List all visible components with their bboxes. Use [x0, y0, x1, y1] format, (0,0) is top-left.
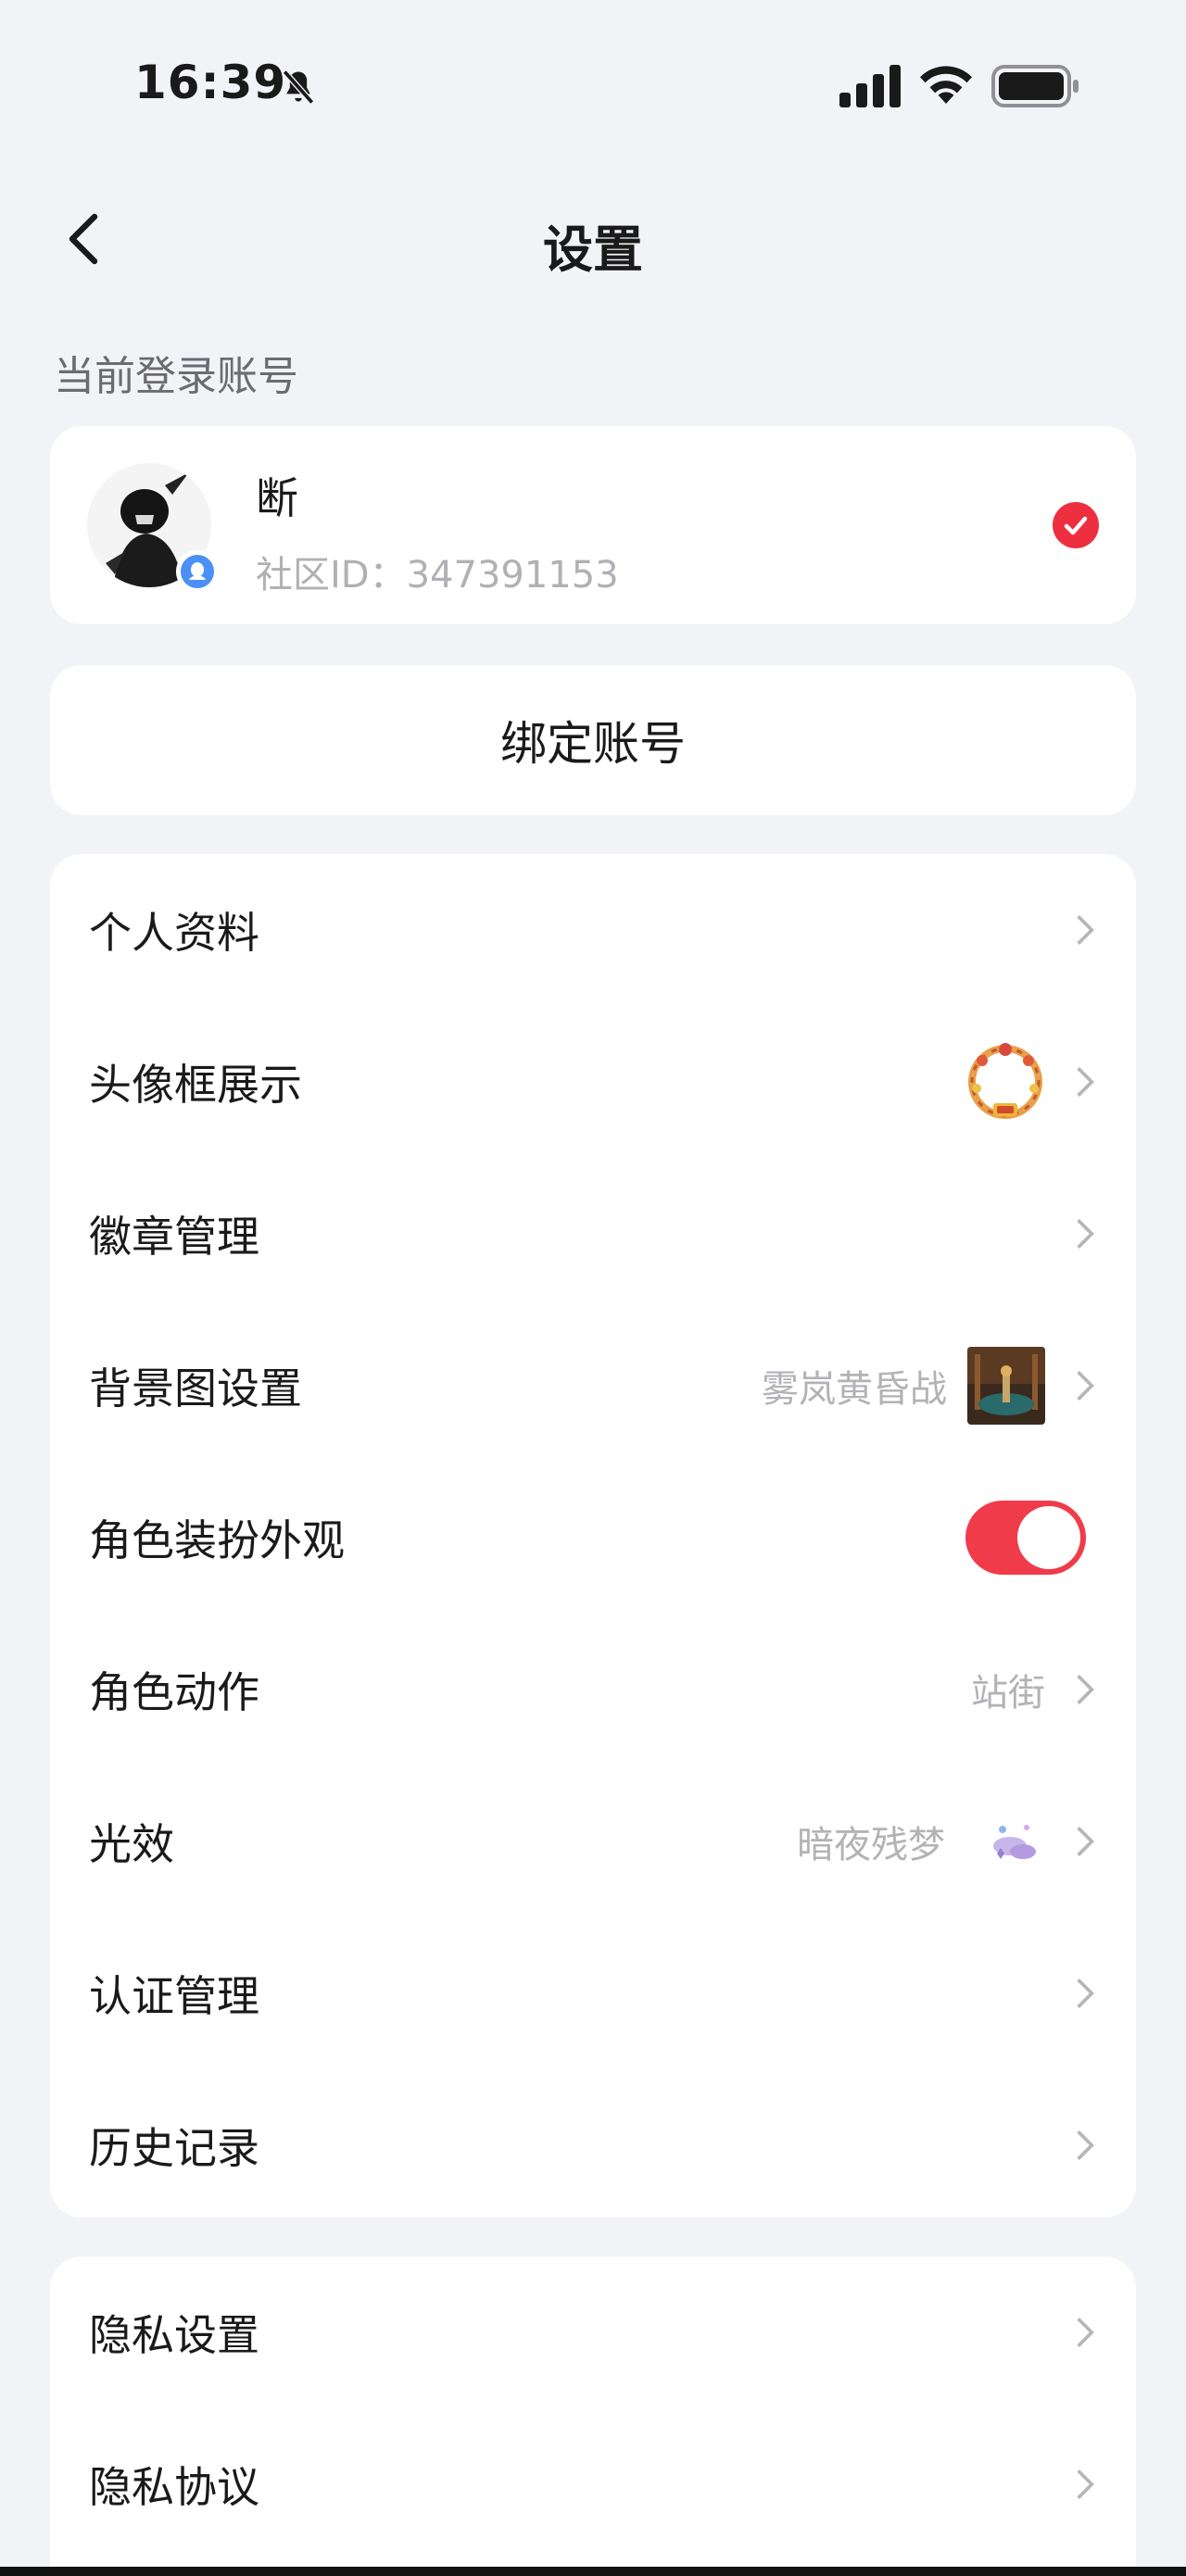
battery-icon: [991, 65, 1079, 107]
chevron-right-icon: [1077, 2318, 1094, 2347]
qq-badge-icon: [176, 550, 219, 593]
chevron-right-icon: [1077, 1827, 1094, 1856]
menu-item-label: 角色动作: [89, 1667, 259, 1717]
menu-item-label: 历史记录: [89, 2123, 259, 2173]
avatar-frame-thumbnail: [968, 1043, 1042, 1119]
chevron-right-icon: [1077, 1979, 1094, 2008]
bind-account-label: 绑定账号: [500, 717, 686, 771]
menu-item-label: 背景图设置: [89, 1363, 302, 1414]
menu-item-label: 光效: [89, 1819, 174, 1869]
status-bar: 16:39: [0, 0, 1186, 176]
background-thumbnail: [967, 1347, 1045, 1425]
settings-menu-group-2: 隐私设置 隐私协议: [50, 2256, 1136, 2576]
role-action-value: 站街: [971, 1672, 1045, 1715]
settings-menu-group-1: 个人资料 头像框展示 徽章管理 背景图设置 雾岚黄昏战 角色装扮外观 角色动作 …: [50, 854, 1136, 2218]
check-icon[interactable]: [1053, 502, 1099, 548]
menu-item-label: 头像框展示: [89, 1060, 302, 1110]
menu-item-role-appearance[interactable]: 角色装扮外观: [50, 1462, 1136, 1614]
menu-item-light-effect[interactable]: 光效 暗夜残梦: [50, 1766, 1136, 1917]
community-id: 社区ID：347391153: [256, 554, 619, 597]
chevron-right-icon: [1077, 1067, 1094, 1097]
account-name: 断: [256, 473, 298, 523]
chevron-right-icon: [1077, 1371, 1094, 1401]
menu-item-label: 认证管理: [89, 1971, 259, 2021]
menu-item-badges[interactable]: 徽章管理: [50, 1158, 1136, 1310]
settings-screen: 16:39 设置 当前登录账号 断 社区ID：347391153 绑定账号 个人…: [0, 0, 1186, 2576]
menu-item-label: 隐私协议: [89, 2462, 259, 2512]
chevron-right-icon: [1077, 1219, 1094, 1249]
page-title: 设置: [543, 220, 643, 279]
wifi-icon: [920, 66, 972, 104]
menu-item-role-action[interactable]: 角色动作 站街: [50, 1614, 1136, 1766]
menu-item-privacy-policy[interactable]: 隐私协议: [50, 2408, 1136, 2560]
chevron-right-icon: [1077, 1675, 1094, 1704]
menu-item-label: 个人资料: [89, 908, 259, 958]
chevron-right-icon: [1077, 2469, 1094, 2499]
screen-bottom-edge: [0, 2567, 1186, 2576]
current-account-label: 当前登录账号: [54, 353, 298, 400]
menu-item-privacy-settings[interactable]: 隐私设置: [50, 2256, 1136, 2408]
bind-account-button[interactable]: 绑定账号: [50, 665, 1136, 815]
menu-item-avatar-frame[interactable]: 头像框展示: [50, 1006, 1136, 1158]
chevron-right-icon: [1077, 2130, 1094, 2160]
status-time: 16:39: [134, 56, 287, 109]
menu-item-history[interactable]: 历史记录: [50, 2069, 1136, 2221]
menu-item-label: 隐私设置: [89, 2310, 259, 2360]
bell-muted-icon: [282, 69, 315, 105]
menu-item-profile[interactable]: 个人资料: [50, 854, 1136, 1006]
chevron-right-icon: [1077, 915, 1094, 945]
current-account-card[interactable]: 断 社区ID：347391153: [50, 426, 1136, 624]
role-appearance-toggle[interactable]: [965, 1501, 1086, 1575]
menu-item-label: 角色装扮外观: [89, 1515, 345, 1565]
light-effect-thumbnail: [993, 1825, 1036, 1859]
menu-item-label: 徽章管理: [89, 1212, 259, 1262]
menu-item-background[interactable]: 背景图设置 雾岚黄昏战: [50, 1310, 1136, 1462]
toggle-knob: [1017, 1506, 1080, 1569]
light-effect-value: 暗夜残梦: [797, 1824, 945, 1866]
menu-item-verification[interactable]: 认证管理: [50, 1917, 1136, 2069]
background-value: 雾岚黄昏战: [762, 1368, 947, 1411]
signal-icon: [839, 65, 901, 107]
